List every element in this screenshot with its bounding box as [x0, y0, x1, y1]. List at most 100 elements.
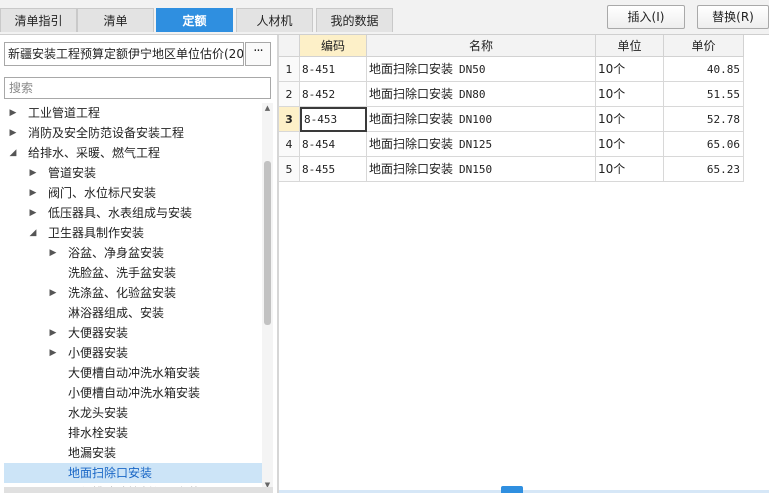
- table-row[interactable]: 2 8-452 地面扫除口安装 DN80 10个 51.55: [279, 82, 744, 107]
- quota-library-panel: 新疆安装工程预算定额伊宁地区单位估价(20 ··· ▶ 工业管道工程 ▶ 消防及安全防…: [0, 35, 277, 493]
- unit-cell[interactable]: 10个: [596, 57, 664, 82]
- tab-bill-guide[interactable]: 清单指引: [0, 8, 77, 32]
- price-cell[interactable]: 40.85: [664, 57, 744, 82]
- tree-node-label: 小便槽自动冲洗水箱安装: [68, 386, 201, 400]
- collapsed-arrow-icon[interactable]: ▶: [8, 123, 18, 143]
- collapsed-arrow-icon[interactable]: ▶: [48, 283, 58, 303]
- code-cell[interactable]: 8-451: [300, 57, 367, 82]
- tree-node[interactable]: ▶ 洗涤盆、化验盆安装: [4, 283, 262, 303]
- tab-quota[interactable]: 定额: [156, 8, 233, 32]
- name-cell[interactable]: 地面扫除口安装 DN150: [367, 157, 596, 182]
- tab-my-data[interactable]: 我的数据: [316, 8, 393, 32]
- tree-node[interactable]: ▶ 管道安装: [4, 163, 262, 183]
- row-number: 4: [279, 132, 300, 157]
- price-cell[interactable]: 51.55: [664, 82, 744, 107]
- tree-node[interactable]: ◢ 卫生器具制作安装: [4, 223, 262, 243]
- scroll-up-icon[interactable]: ▲: [262, 103, 273, 113]
- collapse-handle[interactable]: [501, 486, 523, 493]
- unit-cell[interactable]: 10个: [596, 82, 664, 107]
- table-row[interactable]: 1 8-451 地面扫除口安装 DN50 10个 40.85: [279, 57, 744, 82]
- tree-node-label: 大便槽自动冲洗水箱安装: [68, 366, 201, 380]
- table-row[interactable]: 5 8-455 地面扫除口安装 DN150 10个 65.23: [279, 157, 744, 182]
- tree-node[interactable]: 地漏安装: [4, 443, 262, 463]
- collapsed-arrow-icon[interactable]: ▶: [48, 243, 58, 263]
- tree-node-label: 大便器安装: [68, 326, 129, 340]
- tree-horizontal-scrollbar[interactable]: [4, 487, 273, 493]
- collapsed-arrow-icon[interactable]: ▶: [48, 343, 58, 363]
- code-cell[interactable]: 8-452: [300, 82, 367, 107]
- unit-cell[interactable]: 10个: [596, 132, 664, 157]
- name-cell[interactable]: 地面扫除口安装 DN50: [367, 57, 596, 82]
- table-row[interactable]: 4 8-454 地面扫除口安装 DN125 10个 65.06: [279, 132, 744, 157]
- library-select[interactable]: 新疆安装工程预算定额伊宁地区单位估价(20: [4, 42, 244, 66]
- name-cell[interactable]: 地面扫除口安装 DN125: [367, 132, 596, 157]
- spec-text: DN50: [459, 63, 486, 76]
- tree-node-label: 洗脸盆、洗手盆安装: [68, 266, 177, 280]
- unit-cell[interactable]: 10个: [596, 107, 664, 132]
- tree-node[interactable]: ▶ 阀门、水位标尺安装: [4, 183, 262, 203]
- tree-node[interactable]: ▶ 低压器具、水表组成与安装: [4, 203, 262, 223]
- row-number: 1: [279, 57, 300, 82]
- tree-scrollbar[interactable]: ▲ ▼: [262, 103, 273, 490]
- tree-node[interactable]: 洗脸盆、洗手盆安装: [4, 263, 262, 283]
- row-number: 3: [279, 107, 300, 132]
- name-text: 地面扫除口安装: [369, 62, 454, 76]
- spec-text: DN80: [459, 88, 486, 101]
- code-cell[interactable]: 8-454: [300, 132, 367, 157]
- table-row[interactable]: 3 8-453 地面扫除口安装 DN100 10个 52.78: [279, 107, 744, 132]
- price-cell[interactable]: 65.23: [664, 157, 744, 182]
- collapsed-arrow-icon[interactable]: ▶: [28, 163, 38, 183]
- tree-node[interactable]: ◢ 给排水、采暖、燃气工程: [4, 143, 262, 163]
- column-header-name[interactable]: 名称: [367, 35, 596, 57]
- tree-node[interactable]: ▶ 工业管道工程: [4, 103, 262, 123]
- name-text: 地面扫除口安装: [369, 162, 454, 176]
- code-cell[interactable]: 8-455: [300, 157, 367, 182]
- tree-node[interactable]: 小便槽自动冲洗水箱安装: [4, 383, 262, 403]
- tree-node-label: 地漏安装: [68, 446, 117, 460]
- tree-scroll-thumb[interactable]: [264, 161, 271, 325]
- name-text: 地面扫除口安装: [369, 112, 454, 126]
- price-cell[interactable]: 65.06: [664, 132, 744, 157]
- tree-node-label: 小便器安装: [68, 346, 129, 360]
- column-header-unit[interactable]: 单位: [596, 35, 664, 57]
- expanded-arrow-icon[interactable]: ◢: [28, 223, 38, 243]
- code-cell[interactable]: 8-453: [300, 107, 367, 132]
- collapsed-arrow-icon[interactable]: ▶: [48, 323, 58, 343]
- tree-node-label: 消防及安全防范设备安装工程: [28, 126, 185, 140]
- replace-button[interactable]: 替换(R): [697, 5, 769, 29]
- collapsed-arrow-icon[interactable]: ▶: [28, 203, 38, 223]
- quota-grid: 编码 名称 单位 单价 1 8-451 地面扫除口安装 DN50 10个 40.85 2 8-…: [279, 35, 769, 493]
- name-cell[interactable]: 地面扫除口安装 DN100: [367, 107, 596, 132]
- unit-cell[interactable]: 10个: [596, 157, 664, 182]
- price-cell[interactable]: 52.78: [664, 107, 744, 132]
- name-cell[interactable]: 地面扫除口安装 DN80: [367, 82, 596, 107]
- tree-node[interactable]: 水龙头安装: [4, 403, 262, 423]
- tree-node[interactable]: ▶ 大便器安装: [4, 323, 262, 343]
- tree-node[interactable]: ▶ 小便器安装: [4, 343, 262, 363]
- tree-node-label: 浴盆、净身盆安装: [68, 246, 165, 260]
- tree-node[interactable]: 淋浴器组成、安装: [4, 303, 262, 323]
- name-text: 地面扫除口安装: [369, 87, 454, 101]
- more-options-button[interactable]: ···: [245, 42, 271, 66]
- tab-labor-material-machine[interactable]: 人材机: [236, 8, 313, 32]
- spec-text: DN125: [459, 138, 493, 151]
- tree-node[interactable]: 排水栓安装: [4, 423, 262, 443]
- tree-node[interactable]: ▶ 浴盆、净身盆安装: [4, 243, 262, 263]
- column-header-code[interactable]: 编码: [300, 35, 367, 57]
- collapsed-arrow-icon[interactable]: ▶: [8, 103, 18, 123]
- search-input[interactable]: [4, 77, 271, 99]
- collapsed-arrow-icon[interactable]: ▶: [28, 183, 38, 203]
- insert-button[interactable]: 插入(I): [607, 5, 685, 29]
- tree-node-label: 给排水、采暖、燃气工程: [28, 146, 161, 160]
- tree-node-label: 阀门、水位标尺安装: [48, 186, 157, 200]
- column-header-price[interactable]: 单价: [664, 35, 744, 57]
- spec-text: DN150: [459, 163, 493, 176]
- tree-node[interactable]: 大便槽自动冲洗水箱安装: [4, 363, 262, 383]
- tree-node[interactable]: ▶ 消防及安全防范设备安装工程: [4, 123, 262, 143]
- expanded-arrow-icon[interactable]: ◢: [8, 143, 18, 163]
- tree-node-label: 低压器具、水表组成与安装: [48, 206, 193, 220]
- tab-bill[interactable]: 清单: [77, 8, 154, 32]
- spec-text: DN100: [459, 113, 493, 126]
- tree-node[interactable]: 地面扫除口安装: [4, 463, 262, 483]
- tree-node-label: 工业管道工程: [28, 106, 101, 120]
